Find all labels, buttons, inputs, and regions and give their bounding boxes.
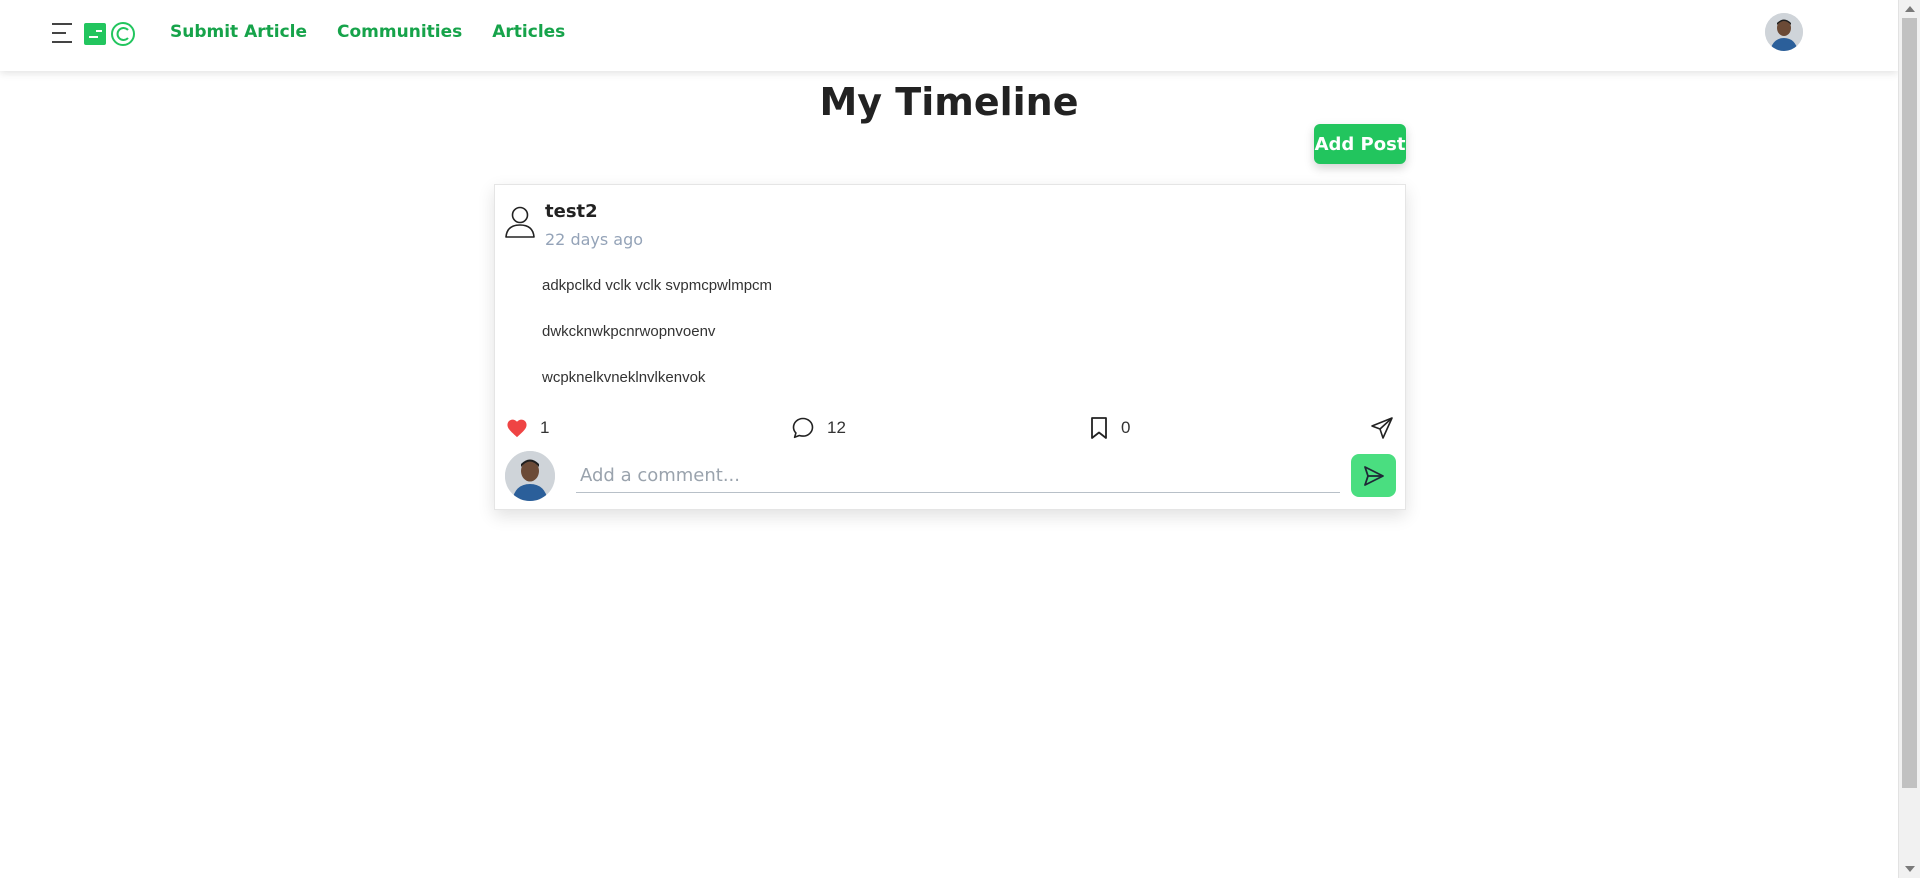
send-icon [1363,465,1384,486]
bookmark-button[interactable]: 0 [1089,415,1130,441]
top-navbar: Submit Article Communities Articles [0,0,1898,71]
post-card: test2 22 days ago adkpclkd vclk vclk svp… [494,184,1406,510]
post-author[interactable]: test2 [545,201,598,222]
like-button[interactable]: 1 [506,415,549,441]
comment-count: 12 [827,418,846,437]
nav-submit-article[interactable]: Submit Article [170,22,307,42]
like-count: 1 [540,418,550,437]
nav-links: Submit Article Communities Articles [170,22,565,42]
scrollbar[interactable] [1898,0,1920,878]
user-outline-icon [505,206,535,238]
nav-articles[interactable]: Articles [492,22,565,42]
commenter-avatar [505,451,555,501]
comment-icon [792,417,814,439]
scroll-up-arrow[interactable] [1905,6,1915,12]
share-button[interactable] [1370,415,1394,441]
send-comment-button[interactable] [1351,454,1396,497]
bookmark-icon [1091,417,1107,439]
scroll-thumb[interactable] [1902,18,1917,788]
bookmark-count: 0 [1121,418,1131,437]
heart-icon [507,419,527,438]
scroll-down-arrow[interactable] [1905,866,1915,872]
post-timestamp: 22 days ago [545,230,644,249]
page-title: My Timeline [819,80,1079,124]
comment-input[interactable] [576,459,1340,493]
post-text-line: wcpknelkvneklnvlkenvok [542,369,706,386]
post-text-line: dwkcknwkpcnrwopnvoenv [542,323,716,340]
send-icon [1371,417,1393,439]
post-text-line: adkpclkd vclk vclk svpmcpwlmpcm [542,277,773,294]
add-post-button[interactable]: Add Post [1314,124,1406,164]
logo[interactable] [84,22,136,46]
user-avatar[interactable] [1765,13,1803,51]
comment-button[interactable]: 12 [791,415,846,441]
nav-communities[interactable]: Communities [337,22,462,42]
menu-icon[interactable] [52,23,72,43]
